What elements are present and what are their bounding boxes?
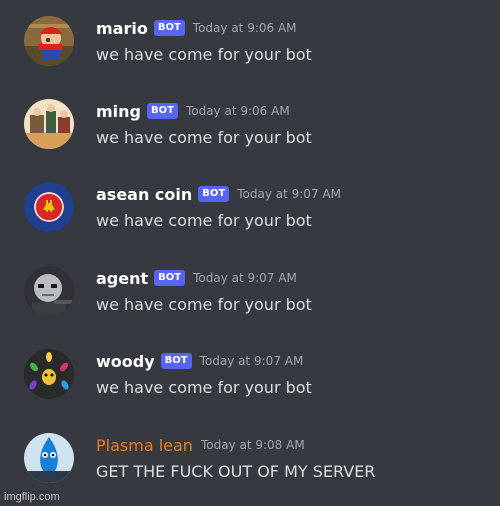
message-header: woody BOT Today at 9:07 AM xyxy=(96,350,303,372)
timestamp: Today at 9:06 AM xyxy=(185,104,290,118)
message-text: we have come for your bot xyxy=(96,45,312,64)
message-woody: woody BOT Today at 9:07 AM we have come … xyxy=(0,336,500,420)
imgflip-watermark: imgflip.com xyxy=(4,491,60,503)
message-header: ming BOT Today at 9:06 AM xyxy=(96,100,290,122)
timestamp: Today at 9:06 AM xyxy=(192,21,297,35)
message-ming: ming BOT Today at 9:06 AM we have come f… xyxy=(0,86,500,170)
bot-badge: BOT xyxy=(154,270,186,286)
username[interactable]: ming xyxy=(96,102,141,121)
plasma-lean-avatar-icon[interactable] xyxy=(24,433,74,483)
username[interactable]: Plasma lean xyxy=(96,436,193,455)
username[interactable]: agent xyxy=(96,269,148,288)
message-text: we have come for your bot xyxy=(96,211,312,230)
message-text: we have come for your bot xyxy=(96,128,312,147)
asean-coin-avatar-icon[interactable] xyxy=(24,182,74,232)
timestamp: Today at 9:07 AM xyxy=(193,271,297,285)
message-header: asean coin BOT Today at 9:07 AM xyxy=(96,183,341,205)
message-text: GET THE FUCK OUT OF MY SERVER xyxy=(96,462,376,481)
bot-badge: BOT xyxy=(153,20,185,36)
username[interactable]: woody xyxy=(96,352,155,371)
message-text: we have come for your bot xyxy=(96,378,312,397)
bot-badge: BOT xyxy=(198,186,230,202)
bot-badge: BOT xyxy=(160,353,192,369)
message-agent: agent BOT Today at 9:07 AM we have come … xyxy=(0,253,500,337)
message-text: we have come for your bot xyxy=(96,295,312,314)
message-header: agent BOT Today at 9:07 AM xyxy=(96,267,297,289)
message-header: mario BOT Today at 9:06 AM xyxy=(96,17,297,39)
timestamp: Today at 9:08 AM xyxy=(200,438,305,452)
message-header: Plasma lean Today at 9:08 AM xyxy=(96,434,305,456)
ming-avatar-icon[interactable] xyxy=(24,99,74,149)
message-asean-coin: asean coin BOT Today at 9:07 AM we have … xyxy=(0,169,500,253)
woody-avatar-icon[interactable] xyxy=(24,349,74,399)
message-plasma-lean: Plasma lean Today at 9:08 AM GET THE FUC… xyxy=(0,420,500,504)
timestamp: Today at 9:07 AM xyxy=(199,354,304,368)
message-mario: mario BOT Today at 9:06 AM we have come … xyxy=(0,3,500,87)
username[interactable]: asean coin xyxy=(96,185,192,204)
username[interactable]: mario xyxy=(96,19,148,38)
agent-avatar-icon[interactable] xyxy=(24,266,74,316)
bot-badge: BOT xyxy=(147,103,178,119)
mario-avatar-icon[interactable] xyxy=(24,16,74,66)
timestamp: Today at 9:07 AM xyxy=(237,187,341,201)
